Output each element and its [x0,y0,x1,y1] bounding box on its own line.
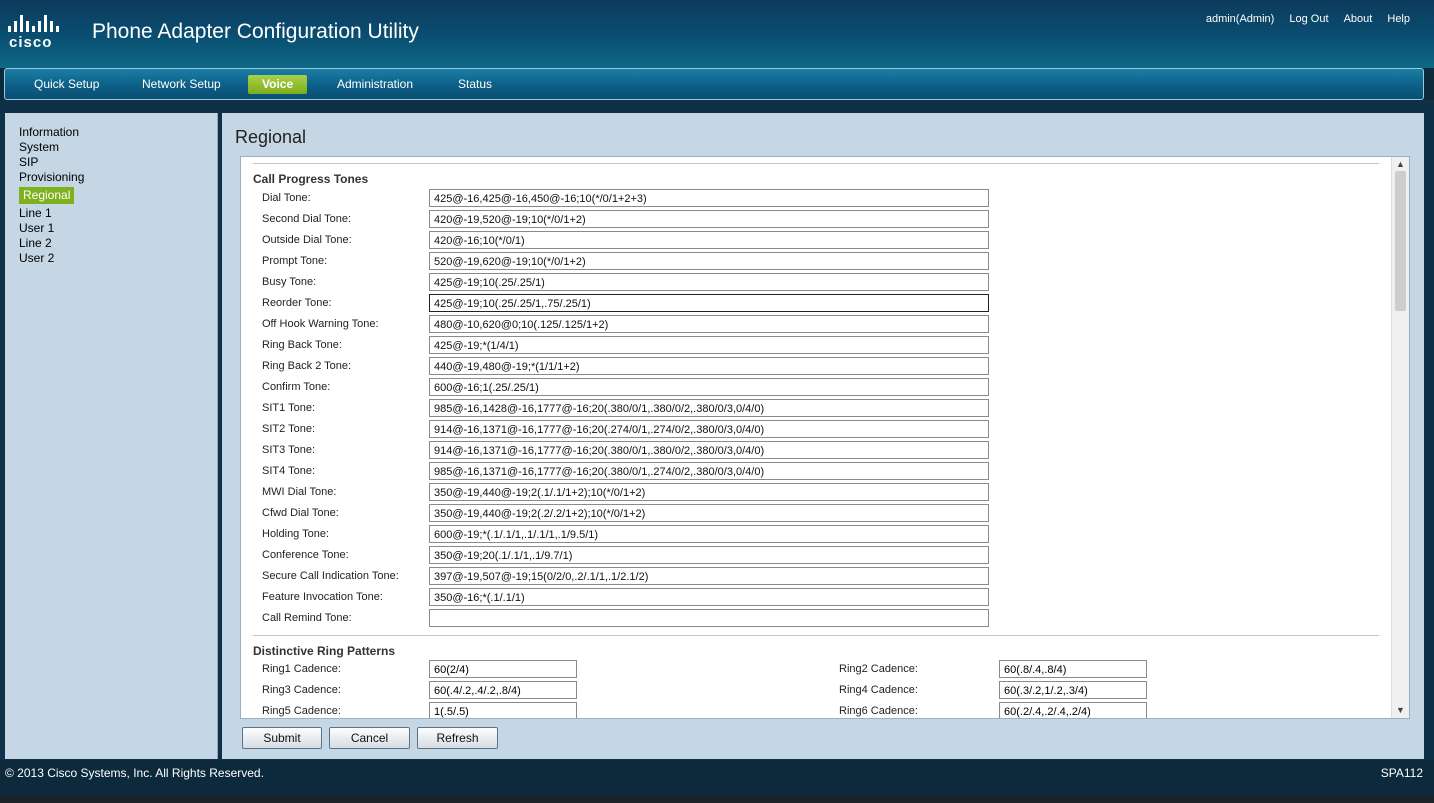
tone-label: Ring Back 2 Tone: [262,360,352,372]
sidebar: Information System SIP Provisioning Regi… [5,113,218,759]
tone-label: MWI Dial Tone: [262,486,337,498]
cfwd-dial-tone-input[interactable]: 350@-19,440@-19;2(.2/.2/1+2);10(*/0/1+2) [429,504,989,522]
scrollbar-thumb[interactable] [1395,171,1406,311]
off-hook-warning-tone-input[interactable]: 480@-10,620@0;10(.125/.125/1+2) [429,315,989,333]
tone-label: Outside Dial Tone: [262,234,352,246]
tone-label: Busy Tone: [262,276,317,288]
ring-patterns-title: Distinctive Ring Patterns [253,644,396,658]
tone-label: SIT3 Tone: [262,444,315,456]
sidebar-item-user-2[interactable]: User 2 [19,251,217,266]
mwi-dial-tone-input[interactable]: 350@-19,440@-19;2(.1/.1/1+2);10(*/0/1+2) [429,483,989,501]
cancel-button[interactable]: Cancel [329,727,410,749]
sidebar-item-regional[interactable]: Regional [19,187,75,204]
sidebar-item-system[interactable]: System [19,140,217,155]
ring-label: Ring4 Cadence: [839,684,918,696]
settings-scroll-area[interactable]: Call Progress Tones Dial Tone: 425@-16,4… [241,157,1391,718]
help-link[interactable]: Help [1387,13,1410,25]
outside-dial-tone-input[interactable]: 420@-16;10(*/0/1) [429,231,989,249]
main-tabs: Quick Setup Network Setup Voice Administ… [4,68,1424,100]
reorder-tone-input[interactable]: 425@-19;10(.25/.25/1,.75/.25/1) [429,294,989,312]
scroll-down-icon[interactable]: ▼ [1392,703,1409,718]
tab-administration[interactable]: Administration [323,75,427,94]
prompt-tone-input[interactable]: 520@-19,620@-19;10(*/0/1+2) [429,252,989,270]
ring-back-2-tone-input[interactable]: 440@-19,480@-19;*(1/1/1+2) [429,357,989,375]
ring-back-tone-input[interactable]: 425@-19;*(1/4/1) [429,336,989,354]
footer: © 2013 Cisco Systems, Inc. All Rights Re… [0,760,1434,803]
vertical-scrollbar[interactable]: ▲ ▼ [1391,157,1409,718]
cisco-logo-bars-icon [8,14,68,32]
ring2-cadence-input[interactable]: 60(.8/.4,.8/4) [999,660,1147,678]
section-divider [253,635,1379,636]
ring-row: Ring6 Cadence: 60(.2/.4,.2/.4,.2/4) [241,702,1391,718]
sit4-tone-input[interactable]: 985@-16,1371@-16,1777@-16;20(.380/0/1,.2… [429,462,989,480]
tone-label: Holding Tone: [262,528,330,540]
ring-label: Ring6 Cadence: [839,705,918,717]
sidebar-item-line-1[interactable]: Line 1 [19,206,217,221]
tone-label: Cfwd Dial Tone: [262,507,339,519]
conference-tone-input[interactable]: 350@-19;20(.1/.1/1,.1/9.7/1) [429,546,989,564]
header: cisco Phone Adapter Configuration Utilit… [0,0,1434,68]
second-dial-tone-input[interactable]: 420@-19,520@-19;10(*/0/1+2) [429,210,989,228]
settings-panel: Call Progress Tones Dial Tone: 425@-16,4… [240,156,1410,719]
sit3-tone-input[interactable]: 914@-16,1371@-16,1777@-16;20(.380/0/1,.3… [429,441,989,459]
sidebar-item-user-1[interactable]: User 1 [19,221,217,236]
section-divider [253,163,1379,164]
holding-tone-input[interactable]: 600@-19;*(.1/.1/1,.1/.1/1,.1/9.5/1) [429,525,989,543]
confirm-tone-input[interactable]: 600@-16;1(.25/.25/1) [429,378,989,396]
about-link[interactable]: About [1344,13,1373,25]
submit-button[interactable]: Submit [242,727,322,749]
sidebar-item-sip[interactable]: SIP [19,155,217,170]
secure-call-indication-tone-input[interactable]: 397@-19,507@-19;15(0/2/0,.2/.1/1,.1/2.1/… [429,567,989,585]
content-area: Regional Call Progress Tones Dial Tone: … [222,113,1424,759]
ring-row: Ring4 Cadence: 60(.3/.2,1/.2,.3/4) [241,681,1391,701]
sidebar-item-line-2[interactable]: Line 2 [19,236,217,251]
scroll-up-icon[interactable]: ▲ [1392,157,1409,172]
tone-label: Dial Tone: [262,192,311,204]
tone-label: Reorder Tone: [262,297,332,309]
ring4-cadence-input[interactable]: 60(.3/.2,1/.2,.3/4) [999,681,1147,699]
sit2-tone-input[interactable]: 914@-16,1371@-16,1777@-16;20(.274/0/1,.2… [429,420,989,438]
tone-label: SIT1 Tone: [262,402,315,414]
ring6-cadence-input[interactable]: 60(.2/.4,.2/.4,.2/4) [999,702,1147,718]
tab-network-setup[interactable]: Network Setup [128,75,235,94]
tab-quick-setup[interactable]: Quick Setup [20,75,113,94]
tab-status[interactable]: Status [444,75,506,94]
ring-row: Ring2 Cadence: 60(.8/.4,.8/4) [241,660,1391,680]
tone-label: SIT2 Tone: [262,423,315,435]
tone-label: Second Dial Tone: [262,213,352,225]
tab-voice[interactable]: Voice [248,75,308,94]
sidebar-item-provisioning[interactable]: Provisioning [19,170,217,185]
cisco-logo-word: cisco [9,34,53,51]
logout-link[interactable]: Log Out [1289,13,1328,25]
footer-strip [0,796,1434,803]
cisco-logo: cisco [6,14,68,54]
device-model: SPA112 [1380,766,1423,780]
sit1-tone-input[interactable]: 985@-16,1428@-16,1777@-16;20(.380/0/1,.3… [429,399,989,417]
call-remind-tone-input[interactable] [429,609,989,627]
busy-tone-input[interactable]: 425@-19;10(.25/.25/1) [429,273,989,291]
call-progress-title: Call Progress Tones [253,172,369,186]
app-title: Phone Adapter Configuration Utility [92,20,419,43]
tone-label: SIT4 Tone: [262,465,315,477]
tone-label: Off Hook Warning Tone: [262,318,379,330]
sidebar-item-information[interactable]: Information [19,125,217,140]
ring-label: Ring2 Cadence: [839,663,918,675]
user-nav: admin(Admin) Log Out About Help [1194,13,1410,25]
page-title: Regional [235,127,307,147]
tone-label: Conference Tone: [262,549,349,561]
tone-label: Prompt Tone: [262,255,328,267]
feature-invocation-tone-input[interactable]: 350@-16;*(.1/.1/1) [429,588,989,606]
tone-label: Call Remind Tone: [262,612,352,624]
refresh-button[interactable]: Refresh [417,727,498,749]
dial-tone-input[interactable]: 425@-16,425@-16,450@-16;10(*/0/1+2+3) [429,189,989,207]
tone-label: Feature Invocation Tone: [262,591,383,603]
tone-label: Ring Back Tone: [262,339,342,351]
current-user: admin(Admin) [1205,13,1275,25]
tone-label: Secure Call Indication Tone: [262,570,399,582]
tone-label: Confirm Tone: [262,381,331,393]
copyright-text: © 2013 Cisco Systems, Inc. All Rights Re… [5,766,264,780]
